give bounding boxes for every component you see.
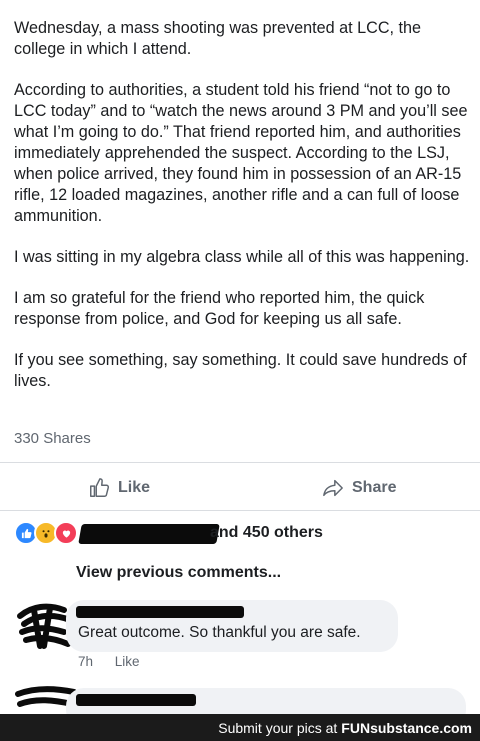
share-count[interactable]: 330 Shares <box>14 430 91 447</box>
like-button[interactable]: Like <box>88 476 150 500</box>
divider <box>0 510 480 511</box>
reaction-icons[interactable] <box>14 521 78 545</box>
share-button[interactable]: Share <box>322 476 396 500</box>
comment-like-button[interactable]: Like <box>115 654 140 669</box>
thumbs-up-icon <box>90 478 110 497</box>
redacted-commenter-name <box>76 694 196 706</box>
divider <box>0 462 480 463</box>
post-body: Wednesday, a mass shooting was prevented… <box>14 18 470 412</box>
redacted-commenter-name <box>76 606 244 618</box>
post-paragraph-1: Wednesday, a mass shooting was prevented… <box>14 19 422 58</box>
comment-text: Great outcome. So thankful you are safe. <box>78 624 361 641</box>
post-paragraph-2: According to authorities, a student told… <box>14 81 468 225</box>
redacted-name <box>78 524 220 544</box>
reaction-summary[interactable]: and 450 others <box>210 524 323 542</box>
post-paragraph-3: I was sitting in my algebra class while … <box>14 248 470 266</box>
share-arrow-icon <box>323 479 343 497</box>
post-paragraph-5: If you see something, say something. It … <box>14 351 467 390</box>
share-label: Share <box>352 479 397 496</box>
footer-brand: FUNsubstance.com <box>341 719 472 736</box>
comment-timestamp: 7h <box>78 654 94 669</box>
footer-prefix: Submit your pics at <box>218 719 338 736</box>
love-reaction-icon <box>54 521 78 545</box>
comment-meta: 7h Like <box>78 654 158 669</box>
watermark-footer: Submit your pics at FUNsubstance.com <box>0 714 480 741</box>
like-label: Like <box>118 479 151 496</box>
view-previous-comments-link[interactable]: View previous comments... <box>76 564 281 582</box>
post-paragraph-4: I am so grateful for the friend who repo… <box>14 289 425 328</box>
